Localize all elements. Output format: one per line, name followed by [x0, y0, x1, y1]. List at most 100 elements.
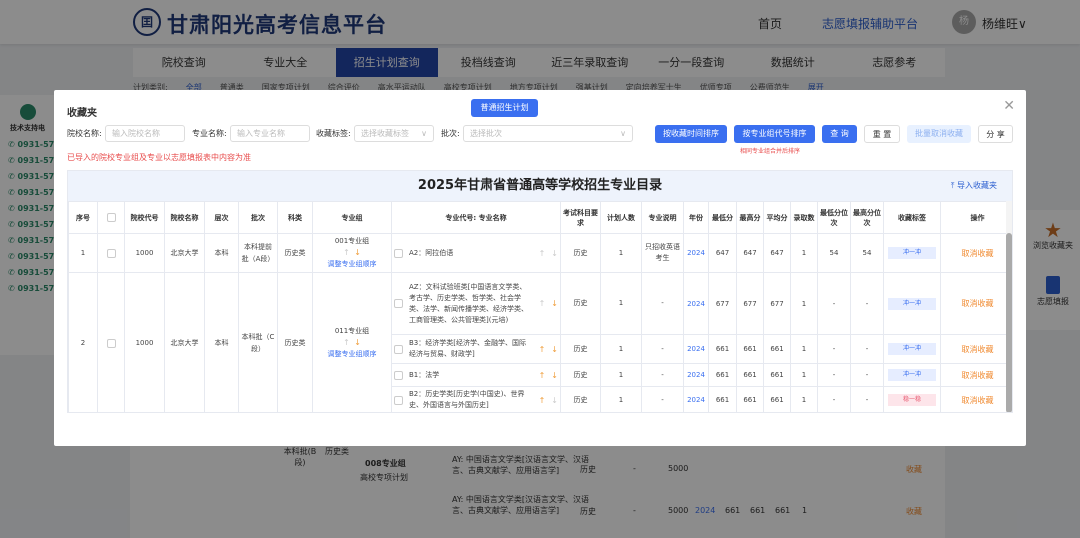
- num: 1: [790, 334, 818, 364]
- scrollbar-thumb[interactable]: [1006, 233, 1012, 412]
- batch-placeholder: 选择批次: [470, 129, 502, 138]
- note: -: [641, 334, 684, 364]
- major-cell: B2：历史学类[历史学(中国史)、世界史、外国语言与外国历史] ↑ ↓: [391, 386, 561, 412]
- cancel-favorite-button[interactable]: 取消收藏: [962, 371, 994, 380]
- major-name: B2：历史学类[历史学(中国史)、世界史、外国语言与外国历史]: [409, 390, 525, 409]
- favorite-tag[interactable]: 冲一冲: [888, 369, 936, 381]
- sort-by-time-button[interactable]: 按收藏时间排序: [655, 125, 727, 143]
- year-link[interactable]: 2024: [683, 272, 709, 335]
- sort-by-group-button[interactable]: 按专业组代号排序: [734, 125, 815, 143]
- move-up-icon[interactable]: ↑: [539, 345, 546, 354]
- subj: 历史: [560, 363, 601, 387]
- cancel-favorite-button[interactable]: 取消收藏: [962, 249, 994, 258]
- move-up-icon[interactable]: ↑: [539, 299, 546, 308]
- year-link[interactable]: 2024: [683, 363, 709, 387]
- move-up-icon[interactable]: ↑: [539, 371, 546, 380]
- minrank: -: [817, 363, 851, 387]
- major-input[interactable]: 输入专业名称: [230, 125, 310, 142]
- modal-title: 收藏夹: [67, 108, 97, 119]
- column-header: 最低分: [708, 201, 737, 234]
- column-header: 层次: [204, 201, 239, 234]
- row-checkbox[interactable]: [106, 248, 116, 258]
- year-link[interactable]: 2024: [683, 334, 709, 364]
- favorite-tag[interactable]: 冲一冲: [888, 297, 936, 310]
- school-label: 院校名称:: [67, 129, 102, 138]
- batch-select[interactable]: 选择批次 ∨: [463, 125, 633, 142]
- note: -: [641, 272, 684, 335]
- min: 677: [708, 272, 737, 335]
- table-scrollbar[interactable]: [1006, 201, 1012, 412]
- action-cell: 取消收藏: [940, 363, 1012, 387]
- major-checkbox[interactable]: [394, 299, 403, 308]
- reset-button[interactable]: 重 置: [864, 125, 900, 143]
- year-link[interactable]: 2024: [683, 233, 709, 273]
- move-up-icon[interactable]: ↑: [343, 248, 350, 257]
- school-code: 1000: [124, 233, 165, 273]
- move-down-icon[interactable]: ↓: [551, 345, 558, 354]
- num: 1: [790, 272, 818, 335]
- max: 677: [736, 272, 764, 335]
- cancel-favorite-button[interactable]: 取消收藏: [962, 345, 994, 354]
- move-up-icon[interactable]: ↑: [539, 249, 546, 258]
- avg: 661: [763, 386, 791, 412]
- maxrank: -: [850, 272, 884, 335]
- tag-cell: 冲一冲: [883, 233, 941, 273]
- move-down-icon[interactable]: ↓: [354, 248, 361, 257]
- cancel-favorite-button[interactable]: 取消收藏: [962, 396, 994, 405]
- maxrank: -: [850, 363, 884, 387]
- import-favorites-link[interactable]: ⤒ 导入收藏夹: [951, 171, 997, 201]
- normal-plan-button[interactable]: 普通招生计划: [471, 99, 538, 117]
- avg: 661: [763, 334, 791, 364]
- move-down-icon[interactable]: ↓: [551, 249, 558, 258]
- subj: 历史: [560, 386, 601, 412]
- move-down-icon[interactable]: ↓: [354, 338, 361, 347]
- num: 1: [790, 233, 818, 273]
- query-button[interactable]: 查 询: [822, 125, 857, 143]
- subject-type: 历史类: [277, 233, 313, 273]
- level: 本科: [204, 233, 239, 273]
- favorite-tag[interactable]: 冲一冲: [888, 343, 936, 355]
- school-input[interactable]: 输入院校名称: [105, 125, 185, 142]
- move-down-icon[interactable]: ↓: [551, 396, 558, 405]
- share-button[interactable]: 分 享: [978, 125, 1013, 143]
- move-down-icon[interactable]: ↓: [551, 299, 558, 308]
- year-link[interactable]: 2024: [683, 386, 709, 412]
- maxrank: -: [850, 386, 884, 412]
- adjust-group-order-link[interactable]: 调整专业组顺序: [315, 259, 389, 270]
- note: -: [641, 386, 684, 412]
- adjust-group-order-link[interactable]: 调整专业组顺序: [315, 349, 389, 360]
- major-label: 专业名称:: [192, 129, 227, 138]
- minrank: 54: [817, 233, 851, 273]
- move-down-icon[interactable]: ↓: [551, 371, 558, 380]
- major-checkbox[interactable]: [394, 370, 403, 380]
- row-checkbox[interactable]: [106, 338, 116, 348]
- major-name: B3：经济学类[经济学、金融学、国际经济与贸易、财政学]: [409, 339, 526, 358]
- max: 661: [736, 386, 764, 412]
- row-select[interactable]: [97, 272, 125, 412]
- favorite-tag[interactable]: 冲一冲: [888, 247, 936, 259]
- column-header: 科类: [277, 201, 313, 234]
- major-checkbox[interactable]: [394, 395, 403, 405]
- column-header: 最高分: [736, 201, 764, 234]
- favorite-tag[interactable]: 稳一稳: [888, 394, 936, 406]
- select-all-checkbox[interactable]: [106, 213, 116, 222]
- column-header: 计划人数: [600, 201, 642, 234]
- action-cell: 取消收藏: [940, 233, 1012, 273]
- tag-select[interactable]: 选择收藏标签 ∨: [354, 125, 434, 142]
- group-name: 011专业组: [334, 327, 370, 335]
- move-up-icon[interactable]: ↑: [539, 396, 546, 405]
- subj: 历史: [560, 233, 601, 273]
- min: 661: [708, 363, 737, 387]
- major-checkbox[interactable]: [394, 248, 403, 258]
- close-icon[interactable]: ✕: [1003, 98, 1015, 114]
- column-header: 最低分位次: [817, 201, 851, 234]
- note: -: [641, 363, 684, 387]
- move-up-icon[interactable]: ↑: [343, 338, 350, 347]
- sort-hint: 相同专业组合并后排序: [740, 148, 801, 155]
- major-cell: AZ：文科试验班类[中国语言文学类、考古学、历史学类、哲学类、社会学类、法学、新…: [391, 272, 561, 335]
- column-header: 专业组: [312, 201, 392, 234]
- batch-cancel-button[interactable]: 批量取消收藏: [907, 125, 971, 143]
- cancel-favorite-button[interactable]: 取消收藏: [962, 299, 994, 308]
- major-checkbox[interactable]: [394, 344, 403, 354]
- row-select[interactable]: [97, 233, 125, 273]
